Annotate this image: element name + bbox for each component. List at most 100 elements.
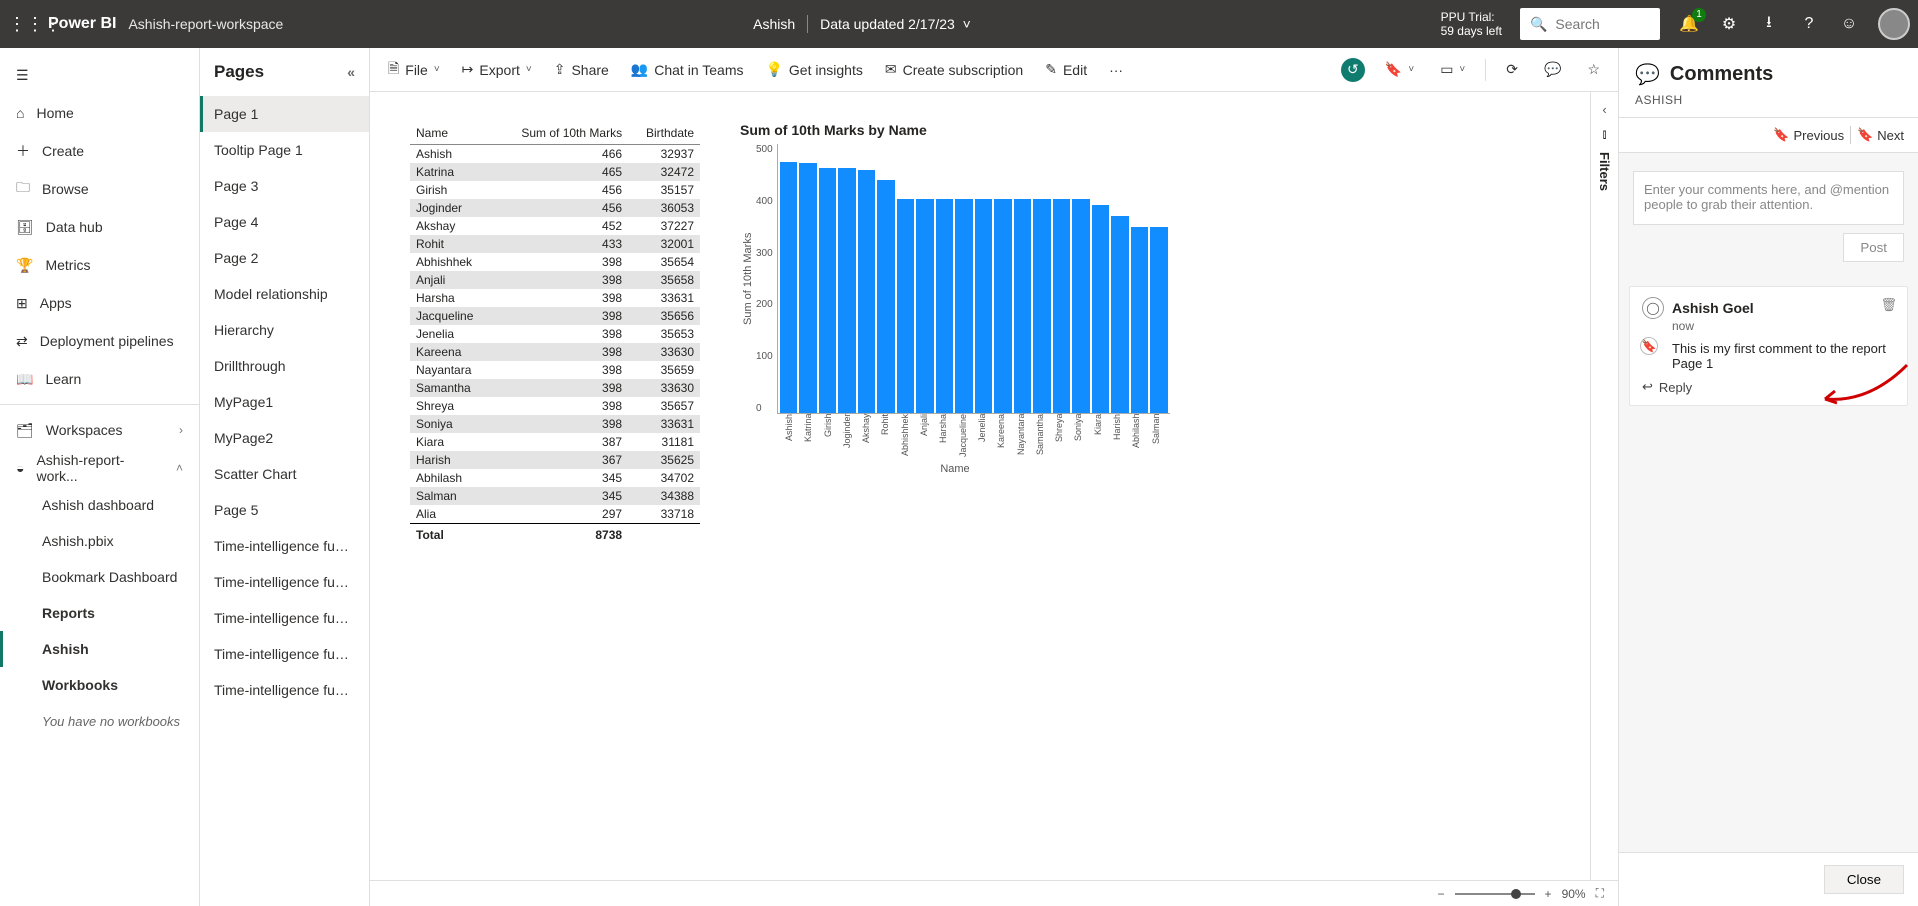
table-row[interactable]: Kareena39833630 bbox=[410, 343, 700, 361]
table-row[interactable]: Akshay45237227 bbox=[410, 217, 700, 235]
workspace-name[interactable]: Ashish-report-workspace bbox=[128, 16, 283, 32]
table-row[interactable]: Salman34534388 bbox=[410, 487, 700, 505]
bar[interactable] bbox=[897, 199, 915, 413]
file-menu[interactable]: 🗎File˅ bbox=[382, 54, 446, 86]
page-item[interactable]: Page 1 bbox=[200, 96, 369, 132]
bar[interactable] bbox=[916, 199, 934, 413]
table-row[interactable]: Rohit43332001 bbox=[410, 235, 700, 253]
col-birthdate[interactable]: Birthdate bbox=[628, 122, 700, 145]
zoom-slider[interactable] bbox=[1455, 893, 1535, 895]
collapse-pages-icon[interactable]: « bbox=[347, 64, 355, 80]
comment-toggle[interactable]: 💬 bbox=[1538, 57, 1567, 82]
comment-textarea[interactable]: Enter your comments here, and @mention p… bbox=[1633, 171, 1904, 225]
bar[interactable] bbox=[780, 162, 798, 413]
previous-comment-button[interactable]: 🔖Previous bbox=[1773, 126, 1844, 144]
bar[interactable] bbox=[1033, 199, 1051, 413]
page-item[interactable]: Hierarchy bbox=[200, 312, 369, 348]
bar[interactable] bbox=[955, 199, 973, 413]
view-dropdown[interactable]: ▭˅ bbox=[1434, 57, 1471, 82]
nav-sub-pbix[interactable]: Ashish.pbix bbox=[0, 523, 199, 559]
filters-pane-collapsed[interactable]: ‹ ⫾ Filters bbox=[1590, 92, 1618, 880]
nav-apps[interactable]: ⊞Apps bbox=[0, 284, 199, 322]
export-menu[interactable]: ↦Export˅ bbox=[456, 57, 538, 82]
table-row[interactable]: Alia29733718 bbox=[410, 505, 700, 524]
table-row[interactable]: Girish45635157 bbox=[410, 181, 700, 199]
table-row[interactable]: Abhilash34534702 bbox=[410, 469, 700, 487]
page-item[interactable]: MyPage2 bbox=[200, 420, 369, 456]
nav-home[interactable]: ⌂Home bbox=[0, 94, 199, 132]
notifications-icon[interactable]: 🔔1 bbox=[1678, 14, 1700, 34]
page-item[interactable]: Time-intelligence func... bbox=[200, 564, 369, 600]
expand-filters-icon[interactable]: ‹ bbox=[1602, 102, 1606, 117]
page-item[interactable]: Page 4 bbox=[200, 204, 369, 240]
nav-datahub[interactable]: 🗄Data hub bbox=[0, 208, 199, 246]
share-button[interactable]: ⇪Share bbox=[548, 57, 615, 82]
bar[interactable] bbox=[819, 168, 837, 413]
table-row[interactable]: Soniya39833631 bbox=[410, 415, 700, 433]
nav-browse[interactable]: 🗀Browse bbox=[0, 170, 199, 208]
chat-teams-button[interactable]: 👥Chat in Teams bbox=[625, 57, 750, 82]
bar[interactable] bbox=[1111, 216, 1129, 413]
page-item[interactable]: Time-intelligence func... bbox=[200, 636, 369, 672]
nav-workspaces[interactable]: 🗂Workspaces› bbox=[0, 411, 199, 449]
favorite-button[interactable]: ☆ bbox=[1581, 57, 1606, 82]
reply-button[interactable]: ↩Reply bbox=[1642, 379, 1895, 395]
bar[interactable] bbox=[994, 199, 1012, 413]
page-item[interactable]: Page 3 bbox=[200, 168, 369, 204]
subscription-button[interactable]: ✉Create subscription bbox=[879, 57, 1029, 82]
table-row[interactable]: Nayantara39835659 bbox=[410, 361, 700, 379]
close-button[interactable]: Close bbox=[1824, 865, 1904, 894]
app-launcher-icon[interactable]: ⋮⋮⋮ bbox=[8, 14, 48, 35]
page-item[interactable]: Page 2 bbox=[200, 240, 369, 276]
nav-sub-reports[interactable]: Reports bbox=[0, 595, 199, 631]
nav-pipelines[interactable]: ⇄Deployment pipelines bbox=[0, 322, 199, 360]
bar[interactable] bbox=[975, 199, 993, 413]
table-row[interactable]: Abhishhek39835654 bbox=[410, 253, 700, 271]
bar[interactable] bbox=[1072, 199, 1090, 413]
search-input[interactable]: 🔍 Search bbox=[1520, 8, 1660, 40]
nav-sub-workbooks[interactable]: Workbooks bbox=[0, 667, 199, 703]
nav-toggle[interactable]: ☰ bbox=[0, 56, 199, 94]
table-row[interactable]: Anjali39835658 bbox=[410, 271, 700, 289]
table-row[interactable]: Harish36735625 bbox=[410, 451, 700, 469]
page-item[interactable]: Drillthrough bbox=[200, 348, 369, 384]
bar[interactable] bbox=[799, 163, 817, 413]
insights-button[interactable]: 💡Get insights bbox=[759, 57, 868, 82]
bar[interactable] bbox=[1150, 227, 1168, 413]
data-updated-label[interactable]: Data updated 2/17/23 ˅ bbox=[820, 16, 971, 32]
table-row[interactable]: Katrina46532472 bbox=[410, 163, 700, 181]
bar-chart-visual[interactable]: Sum of 10th Marks by Name Sum of 10th Ma… bbox=[740, 122, 1170, 475]
table-row[interactable]: Shreya39835657 bbox=[410, 397, 700, 415]
table-visual[interactable]: Name Sum of 10th Marks Birthdate Ashish4… bbox=[410, 122, 700, 544]
bar[interactable] bbox=[1014, 199, 1032, 413]
bar[interactable] bbox=[858, 170, 876, 413]
table-row[interactable]: Jacqueline39835656 bbox=[410, 307, 700, 325]
post-button[interactable]: Post bbox=[1843, 233, 1904, 262]
table-row[interactable]: Joginder45636053 bbox=[410, 199, 700, 217]
delete-comment-icon[interactable]: 🗑 bbox=[1880, 297, 1897, 313]
bar[interactable] bbox=[838, 168, 856, 413]
table-row[interactable]: Ashish46632937 bbox=[410, 145, 700, 164]
avatar[interactable] bbox=[1878, 8, 1910, 40]
bookmark-dropdown[interactable]: 🔖˅ bbox=[1379, 57, 1420, 82]
refresh-button[interactable]: ⟳ bbox=[1500, 57, 1524, 82]
page-item[interactable]: Time-intelligence func... bbox=[200, 528, 369, 564]
more-menu[interactable]: ··· bbox=[1103, 58, 1129, 82]
nav-sub-ashish[interactable]: Ashish bbox=[0, 631, 199, 667]
page-item[interactable]: MyPage1 bbox=[200, 384, 369, 420]
nav-metrics[interactable]: 🏆Metrics bbox=[0, 246, 199, 284]
download-icon[interactable]: ⭳ bbox=[1758, 11, 1780, 38]
reset-view-button[interactable]: ↺ bbox=[1341, 58, 1365, 82]
col-name[interactable]: Name bbox=[410, 122, 493, 145]
table-row[interactable]: Jenelia39835653 bbox=[410, 325, 700, 343]
settings-icon[interactable]: ⚙ bbox=[1718, 14, 1740, 34]
page-item[interactable]: Page 5 bbox=[200, 492, 369, 528]
zoom-out-button[interactable]: − bbox=[1438, 887, 1445, 901]
table-row[interactable]: Kiara38731181 bbox=[410, 433, 700, 451]
page-item[interactable]: Scatter Chart bbox=[200, 456, 369, 492]
table-row[interactable]: Harsha39833631 bbox=[410, 289, 700, 307]
zoom-in-button[interactable]: + bbox=[1545, 887, 1552, 901]
col-marks[interactable]: Sum of 10th Marks bbox=[493, 122, 628, 145]
bar[interactable] bbox=[936, 199, 954, 413]
bar[interactable] bbox=[877, 180, 895, 413]
